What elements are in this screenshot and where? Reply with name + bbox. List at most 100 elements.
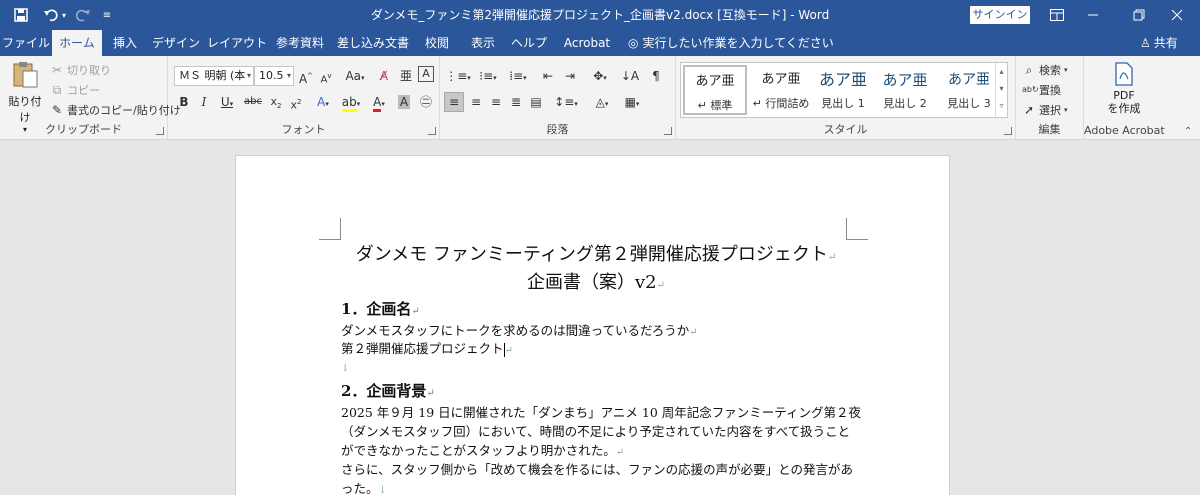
show-marks-icon[interactable]: ¶ (646, 66, 666, 86)
tab-review[interactable]: 校閲 (416, 30, 458, 56)
decrease-indent-icon[interactable]: ⇤ (538, 66, 558, 86)
shrink-font-icon[interactable]: Av (316, 66, 336, 86)
borders-icon[interactable]: ▦▾ (618, 92, 646, 112)
signin-button[interactable]: サインイン (970, 6, 1030, 24)
character-shading-icon[interactable]: A (394, 92, 414, 112)
asian-layout-icon[interactable]: ✥▾ (586, 66, 614, 86)
tab-acrobat[interactable]: Acrobat (556, 30, 618, 56)
tab-insert[interactable]: 挿入 (104, 30, 146, 56)
section-1-heading[interactable]: 1．企画名↵ (341, 298, 851, 319)
redo-icon[interactable] (72, 0, 94, 30)
collapse-ribbon-icon[interactable]: ⌃ (1184, 126, 1192, 137)
distributed-icon[interactable]: ▤ (526, 92, 546, 112)
doc-title-line-1[interactable]: ダンメモ ファンミーティング第２弾開催応援プロジェクト↵ (341, 240, 851, 266)
styles-scroll[interactable]: ▴ ▾ ▿ (995, 63, 1007, 117)
highlight-icon[interactable]: ab▾ (338, 92, 364, 112)
copy-button[interactable]: ⧉ コピー (50, 82, 100, 98)
ribbon: 貼り付け ▾ ✂ 切り取り ⧉ コピー ✎ 書式のコピー/貼り付け クリップボード Ｍ… (0, 56, 1200, 140)
section-2-line-2[interactable]: （ダンメモスタッフ回）において、時間の不足により予定されていた内容をすべて扱うこ… (341, 421, 851, 440)
line-spacing-icon[interactable]: ↕≡▾ (552, 92, 580, 112)
undo-icon[interactable]: ▾ (40, 0, 70, 30)
clear-formatting-icon[interactable]: A̸ (374, 66, 394, 86)
font-size-combo[interactable]: 10.5 ▾ (254, 66, 294, 86)
section-1-line-1[interactable]: ダンメモスタッフにトークを求めるのは間違っているだろうか↵ (341, 320, 851, 339)
document-area: ダンメモ ファンミーティング第２弾開催応援プロジェクト↵ 企画書（案）v2↵ 1… (0, 141, 1200, 495)
minimize-icon[interactable] (1070, 0, 1116, 30)
section-2-line-3[interactable]: ができなかったことがスタッフより明かされた。↵ (341, 440, 851, 459)
style-normal[interactable]: あア亜 ↵ 標準 (683, 65, 747, 115)
document-page[interactable]: ダンメモ ファンミーティング第２弾開催応援プロジェクト↵ 企画書（案）v2↵ 1… (235, 155, 950, 495)
tell-me-text: 実行したい作業を入力してください (642, 36, 834, 50)
tab-design[interactable]: デザイン (148, 30, 204, 56)
tab-references[interactable]: 参考資料 (270, 30, 330, 56)
format-painter-button[interactable]: ✎ 書式のコピー/貼り付け (50, 102, 181, 118)
tab-view[interactable]: 表示 (462, 30, 504, 56)
tab-mailings[interactable]: 差し込み文書 (334, 30, 412, 56)
character-border-icon[interactable]: A (418, 66, 434, 82)
style-heading-3[interactable]: あア亜 見出し 3 (937, 65, 1001, 115)
italic-icon[interactable]: I (194, 92, 214, 112)
enclose-characters-icon[interactable]: ㊁ (416, 92, 436, 112)
bold-icon[interactable]: B (174, 92, 194, 112)
find-button[interactable]: ⌕ 検索 ▾ (1022, 62, 1068, 78)
section-2-line-1[interactable]: 2025 年９月 19 日に開催された「ダンまち」アニメ 10 周年記念ファンミ… (341, 402, 861, 421)
empty-line[interactable]: ↓ (341, 359, 851, 374)
editing-group-label: 編集 (1038, 123, 1061, 136)
pdf-label-2: を作成 (1107, 102, 1141, 115)
change-case-icon[interactable]: Aa▾ (342, 66, 368, 86)
align-right-icon[interactable]: ≡ (486, 92, 506, 112)
copy-icon: ⧉ (52, 83, 62, 97)
text-effects-icon[interactable]: A▾ (310, 92, 336, 112)
phonetic-guide-icon[interactable]: 亜 (396, 66, 416, 86)
paragraph-launcher-icon[interactable] (664, 127, 672, 135)
justify-icon[interactable]: ≣ (506, 92, 526, 112)
style-heading-2-name: 見出し 2 (883, 97, 927, 110)
style-heading-2[interactable]: あア亜 見出し 2 (873, 65, 937, 115)
style-heading-1-name: 見出し 1 (821, 97, 865, 110)
customize-qat-icon[interactable]: ≡ (98, 0, 116, 30)
styles-launcher-icon[interactable] (1004, 127, 1012, 135)
section-2-line-4[interactable]: さらに、スタッフ側から「改めて機会を作るには、ファンの応援の声が必要」との発言が… (341, 459, 853, 478)
select-button[interactable]: ➚ 選択 ▾ (1022, 102, 1068, 118)
style-no-spacing[interactable]: あア亜 ↵ 行間詰め (749, 65, 813, 115)
tell-me-search[interactable]: ◎ 実行したい作業を入力してください (628, 30, 834, 56)
sort-icon[interactable]: ↓A (620, 66, 640, 86)
tab-help[interactable]: ヘルプ (506, 30, 552, 56)
style-heading-3-name: 見出し 3 (947, 97, 991, 110)
shading-icon[interactable]: ◬▾ (588, 92, 616, 112)
multilevel-list-icon[interactable]: ⁞≡▾ (504, 66, 532, 86)
increase-indent-icon[interactable]: ⇥ (560, 66, 580, 86)
underline-icon[interactable]: U▾ (214, 92, 240, 112)
paste-button[interactable]: 貼り付け ▾ (4, 60, 46, 134)
section-2-line-5[interactable]: った。↓ (341, 478, 851, 495)
section-1-line-2[interactable]: 第２弾開催応援プロジェクト↵ (341, 338, 851, 357)
group-paragraph: ⋮≡▾ ⁝≡▾ ⁞≡▾ ⇤ ⇥ ✥▾ ↓A ¶ ≡ ≡ ≡ ≣ ▤ ↕≡▾ ◬▾… (440, 56, 676, 140)
align-center-icon[interactable]: ≡ (466, 92, 486, 112)
align-left-icon[interactable]: ≡ (444, 92, 464, 112)
tab-home[interactable]: ホーム (52, 30, 102, 56)
section-2-heading[interactable]: 2．企画背景↵ (341, 380, 851, 401)
font-launcher-icon[interactable] (428, 127, 436, 135)
share-button[interactable]: ♙ 共有 (1140, 30, 1178, 56)
superscript-icon[interactable]: x2 (286, 92, 306, 112)
save-icon[interactable] (8, 0, 34, 30)
numbering-icon[interactable]: ⁝≡▾ (474, 66, 502, 86)
styles-gallery: あア亜 ↵ 標準 あア亜 ↵ 行間詰め あア亜 見出し 1 あア亜 見出し 2 … (680, 62, 1008, 118)
select-label: 選択 (1039, 104, 1061, 117)
replace-button[interactable]: ab↻ 置換 (1022, 82, 1061, 98)
tab-layout[interactable]: レイアウト (206, 30, 268, 56)
style-heading-1[interactable]: あア亜 見出し 1 (811, 65, 875, 115)
clipboard-launcher-icon[interactable] (156, 127, 164, 135)
subscript-icon[interactable]: x2 (266, 92, 286, 112)
grow-font-icon[interactable]: A^ (296, 66, 316, 86)
tab-file[interactable]: ファイル (2, 30, 50, 56)
close-icon[interactable] (1154, 0, 1200, 30)
create-pdf-button[interactable]: PDF を作成 (1098, 62, 1150, 115)
cut-button[interactable]: ✂ 切り取り (50, 62, 111, 78)
doc-title-line-2[interactable]: 企画書（案）v2↵ (341, 268, 851, 294)
strikethrough-icon[interactable]: abc (242, 92, 264, 112)
font-color-icon[interactable]: A▾ (366, 92, 392, 112)
font-name-combo[interactable]: ＭＳ 明朝 (本 ▾ (174, 66, 254, 86)
bullets-icon[interactable]: ⋮≡▾ (444, 66, 472, 86)
cursor-arrow-icon: ➚ (1023, 103, 1035, 117)
